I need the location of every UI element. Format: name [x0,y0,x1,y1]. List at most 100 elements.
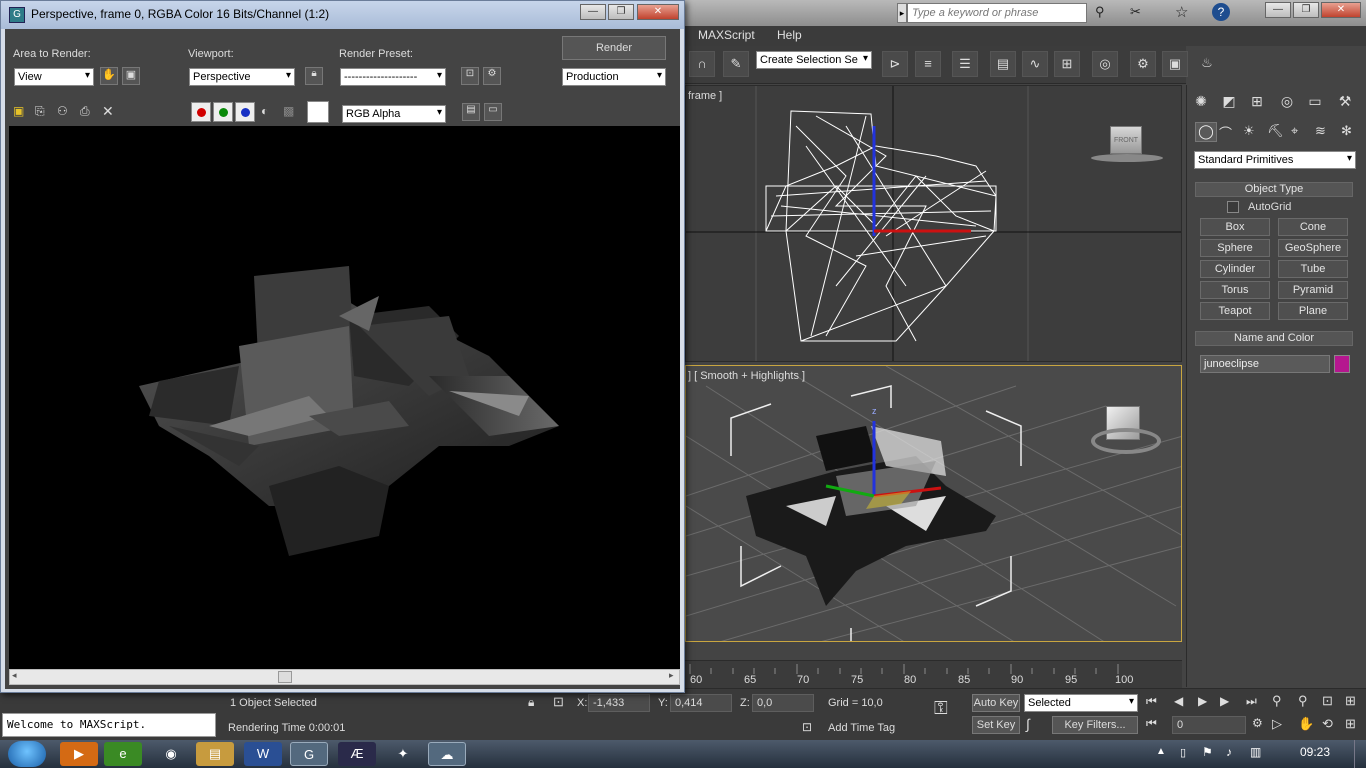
helpers-icon[interactable]: ⌖ [1291,123,1298,139]
box-button[interactable]: Box [1200,218,1270,236]
y-coordinate-field[interactable]: 0,414 [670,694,732,712]
align-icon[interactable]: ≡ [915,51,941,77]
autogrid-checkbox[interactable] [1227,201,1239,213]
geosphere-button[interactable]: GeoSphere [1278,239,1348,257]
go-to-end-icon[interactable]: ⏭ [1246,694,1257,709]
blue-channel-toggle[interactable] [235,102,255,122]
clone-window-icon[interactable]: ⚇ [57,104,68,118]
display-tab-icon[interactable]: ▭ [1304,90,1326,112]
curve-editor-icon[interactable]: ∿ [1022,51,1048,77]
field-of-view-icon[interactable]: ▷ [1272,716,1282,732]
tools-icon[interactable]: ✂ [1130,4,1141,20]
layer-manager-icon[interactable]: ☰ [952,51,978,77]
menu-item-maxscript[interactable]: MAXScript [698,28,755,42]
render-horizontal-scrollbar[interactable]: ◂ ▸ [9,669,680,685]
green-channel-toggle[interactable] [213,102,233,122]
time-tag-icon[interactable]: ⊡ [802,720,812,734]
object-type-rollout[interactable]: Object Type [1195,182,1353,197]
key-selection-dropdown[interactable]: Selected [1024,694,1138,712]
toggle-ui-overlay-icon[interactable]: ▤ [462,103,480,121]
save-image-icon[interactable]: ▣ [13,104,24,118]
object-color-swatch[interactable] [1334,355,1350,373]
material-editor-icon[interactable]: ◎ [1092,51,1118,77]
pyramid-button[interactable]: Pyramid [1278,281,1348,299]
copy-image-icon[interactable]: ⎘ [35,104,45,119]
alpha-channel-icon[interactable]: ◐ [261,104,268,118]
name-and-color-rollout[interactable]: Name and Color [1195,331,1353,346]
clear-icon[interactable]: ✕ [102,103,114,120]
render-button[interactable]: Render [562,36,666,60]
schematic-view-icon[interactable]: ⊞ [1054,51,1080,77]
taskbar-chrome-icon[interactable]: ◉ [152,742,190,766]
teapot-button[interactable]: Teapot [1200,302,1270,320]
taskbar-explorer-icon[interactable]: ▤ [196,742,234,766]
zoom-extents-icon[interactable]: ⊡ [1322,693,1333,709]
render-preset-dropdown[interactable]: -------------------- [340,68,446,86]
hierarchy-tab-icon[interactable]: ⊞ [1246,90,1268,112]
plane-button[interactable]: Plane [1278,302,1348,320]
mirror-icon[interactable]: ⊳ [882,51,908,77]
close-button[interactable]: ✕ [1321,2,1361,18]
star-icon[interactable]: ☆ [1175,3,1188,21]
red-channel-toggle[interactable] [191,102,211,122]
shapes-icon[interactable]: ⌒ [1219,123,1232,142]
menu-item-help[interactable]: Help [777,28,802,42]
snap-icon[interactable]: ∩ [689,51,715,77]
sphere-button[interactable]: Sphere [1200,239,1270,257]
lock-viewport-icon[interactable]: 🔒︎ [305,67,323,85]
viewport-dropdown[interactable]: Perspective [189,68,295,86]
viewport-top[interactable]: frame ] FRONT [685,85,1182,362]
render-teapot-icon[interactable]: ♨ [1194,51,1220,77]
add-time-tag[interactable]: Add Time Tag [828,722,895,734]
set-key-mode-icon[interactable]: ⚿ [934,698,948,719]
time-configuration-icon[interactable]: ⚙ [1252,716,1263,730]
render-maximize-button[interactable]: ❐ [608,4,634,20]
default-in-out-tangents-icon[interactable]: ∫ [1026,716,1030,732]
scroll-thumb[interactable] [278,671,292,683]
taskbar-word-icon[interactable]: W [244,742,282,766]
taskbar-app-icon[interactable]: ✦ [384,742,422,766]
render-window-titlebar[interactable]: G Perspective, frame 0, RGBA Color 16 Bi… [1,1,684,29]
tray-network-icon[interactable]: ▥ [1250,745,1261,759]
viewport-top-label[interactable]: frame ] [688,90,722,102]
lock-selection-icon[interactable]: 🔒︎ [528,695,534,710]
search-arrow-icon[interactable]: ▸ [897,3,907,23]
taskbar-3dsmax-icon[interactable]: G [290,742,328,766]
primitive-category-dropdown[interactable]: Standard Primitives [1194,151,1356,169]
zoom-icon[interactable]: ⚲ [1272,693,1282,709]
create-tab-icon[interactable]: ✺ [1190,90,1212,112]
viewport-perspective-label[interactable]: ] [ Smooth + Highlights ] [688,370,805,382]
key-filters-button[interactable]: Key Filters... [1052,716,1138,734]
render-close-button[interactable]: ✕ [637,4,679,20]
torus-button[interactable]: Torus [1200,281,1270,299]
lights-icon[interactable]: ☀ [1243,123,1255,139]
auto-key-button[interactable]: Auto Key [972,694,1020,712]
x-coordinate-field[interactable]: -1,433 [588,694,650,712]
scroll-left-icon[interactable]: ◂ [12,670,17,681]
render-setup-icon[interactable]: ⚙ [1130,51,1156,77]
cameras-icon[interactable]: ⛏ [1267,123,1284,139]
render-minimize-button[interactable]: — [580,4,606,20]
orbit-icon[interactable]: ⟲ [1322,716,1333,732]
previous-frame-icon[interactable]: ◀ [1174,694,1183,708]
pan-icon[interactable]: ✋ [1298,716,1314,732]
play-icon[interactable]: ▶ [1198,694,1207,708]
absolute-mode-icon[interactable]: ⊡ [553,694,564,710]
viewport-perspective[interactable]: ] [ Smooth + Highlights ] z [685,365,1182,642]
tray-volume-icon[interactable]: ♪ [1226,745,1232,759]
tray-arrow-icon[interactable]: ▲ [1156,746,1166,757]
environment-effects-icon[interactable]: ⚙ [483,67,501,85]
help-icon[interactable]: ? [1212,3,1230,21]
spacewarps-icon[interactable]: ≋ [1315,123,1326,139]
render-setup-icon[interactable]: ⊡ [461,67,479,85]
geometry-icon[interactable]: ◯ [1195,122,1217,142]
current-frame-field[interactable]: 0 [1172,716,1246,734]
tube-button[interactable]: Tube [1278,260,1348,278]
z-coordinate-field[interactable]: 0,0 [752,694,814,712]
scene-explorer-icon[interactable]: ▤ [990,51,1016,77]
system-clock[interactable]: 09:23 [1300,745,1330,759]
tray-flag-icon[interactable]: ⚑ [1202,745,1213,759]
display-channel-dropdown[interactable]: RGB Alpha [342,105,446,123]
taskbar-ie-icon[interactable]: e [104,742,142,766]
named-selection-dropdown[interactable]: Create Selection Se [756,51,872,69]
